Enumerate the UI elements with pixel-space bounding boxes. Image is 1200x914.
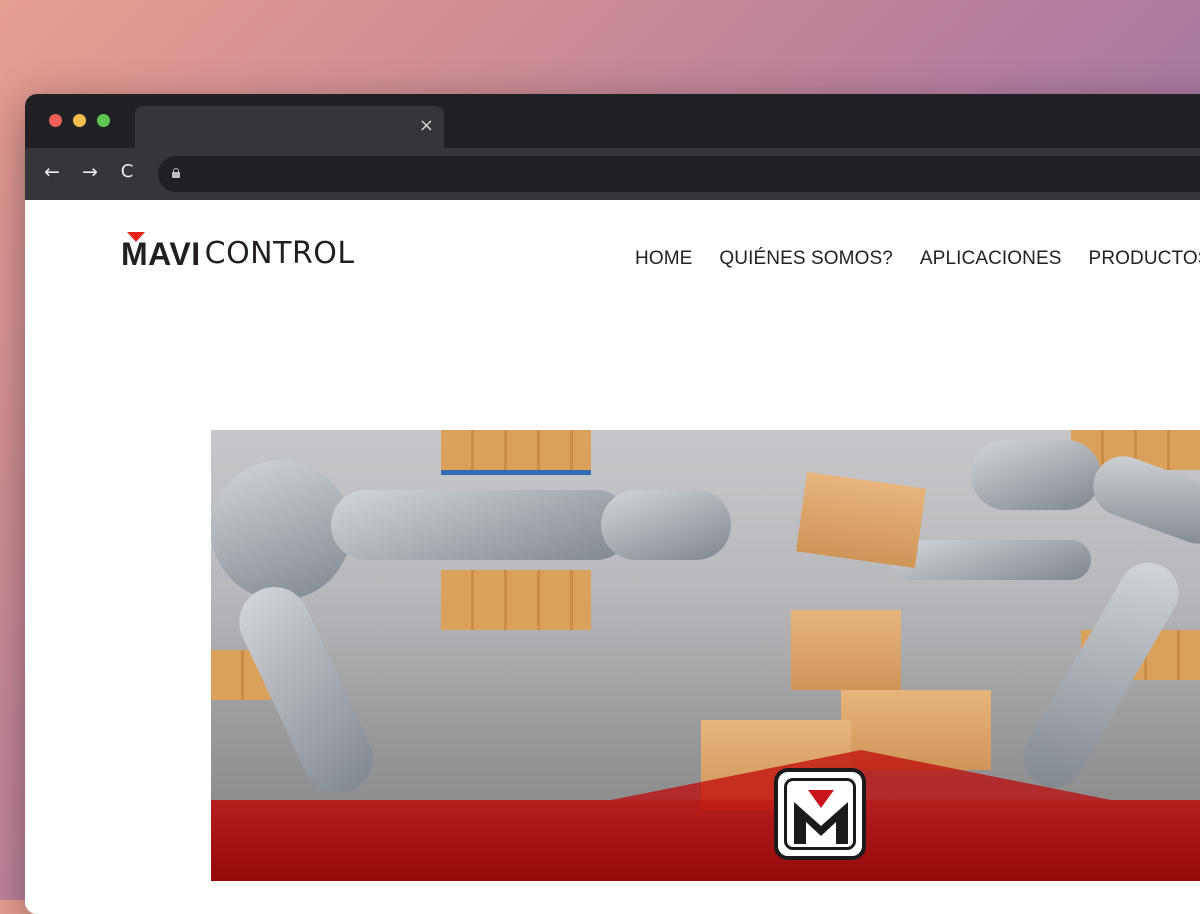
main-nav: HOME QUIÉNES SOMOS? APLICACIONES PRODUCT…	[635, 248, 1200, 270]
robot-joint	[211, 460, 351, 600]
shelf-boxes	[441, 430, 591, 470]
tab-close-icon[interactable]: ×	[419, 116, 434, 136]
browser-titlebar: ×	[25, 94, 1200, 148]
m-letter-icon	[792, 790, 850, 844]
robot-joint	[601, 490, 731, 560]
reload-icon[interactable]: C	[115, 160, 139, 184]
logo-control: CONTROL	[204, 236, 355, 271]
robot-joint	[971, 440, 1101, 510]
browser-window: × ← → C MAVI CONTROL HOME QUIÉNES SOMOS?…	[25, 94, 1200, 914]
nav-item-home[interactable]: HOME	[635, 248, 692, 270]
close-window-button[interactable]	[49, 114, 62, 127]
nav-item-aplicaciones[interactable]: APLICACIONES	[920, 248, 1062, 270]
browser-tab[interactable]: ×	[135, 106, 444, 148]
minimize-window-button[interactable]	[73, 114, 86, 127]
browser-toolbar: ← → C	[25, 148, 1200, 200]
logo-mavi: MAVI	[121, 232, 201, 270]
lock-icon	[172, 168, 180, 178]
nav-item-quienes-somos[interactable]: QUIÉNES SOMOS?	[719, 248, 893, 270]
web-page: MAVI CONTROL HOME QUIÉNES SOMOS? APLICAC…	[25, 200, 1200, 914]
logo-triangle-icon	[127, 232, 145, 242]
shelf-beam	[441, 470, 591, 475]
shelf-boxes	[441, 570, 591, 630]
back-icon[interactable]: ←	[40, 160, 64, 184]
nav-item-productos[interactable]: PRODUCTOS	[1089, 248, 1200, 270]
brand-banner	[211, 800, 1200, 881]
site-logo[interactable]: MAVI CONTROL	[121, 230, 355, 270]
cardboard-box	[796, 472, 926, 568]
robot-arm	[331, 490, 631, 560]
cardboard-box	[791, 610, 901, 690]
hero-image	[211, 430, 1200, 881]
maximize-window-button[interactable]	[97, 114, 110, 127]
robot-arm	[891, 540, 1091, 580]
forward-icon[interactable]: →	[78, 160, 102, 184]
address-bar[interactable]	[158, 156, 1200, 192]
brand-m-logo	[774, 768, 866, 860]
